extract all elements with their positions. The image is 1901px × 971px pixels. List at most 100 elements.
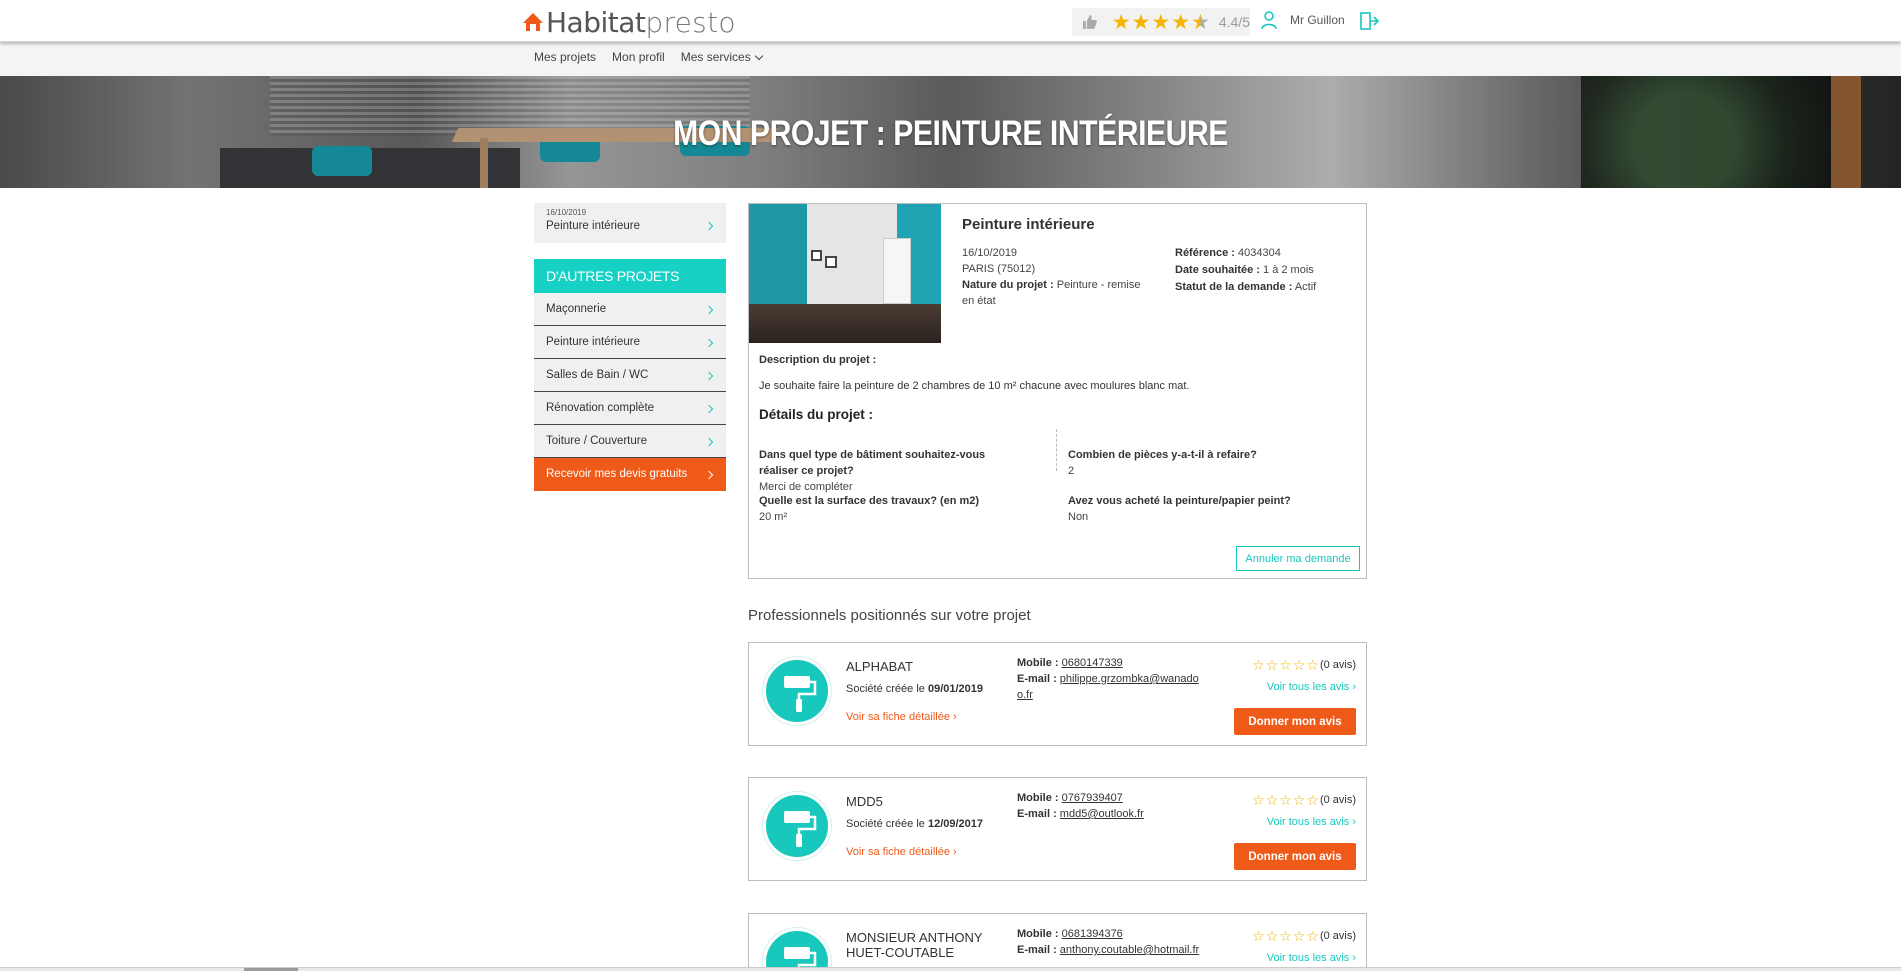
star-icon: ★ xyxy=(1111,10,1131,34)
project-nature-label: Nature du projet : xyxy=(962,279,1054,291)
chevron-right-icon xyxy=(704,437,714,447)
horizontal-scrollbar[interactable] xyxy=(0,967,1901,971)
pro-email-link[interactable]: philippe.grzombka@wanado xyxy=(1060,673,1199,685)
sidebar-item-renovation-complete[interactable]: Rénovation complète xyxy=(534,392,726,425)
pro-rating: ☆ ☆ ☆ ☆ ☆ (0 avis) xyxy=(1252,929,1356,943)
current-project-link[interactable]: 16/10/2019 Peinture intérieure xyxy=(534,203,726,243)
rating-stars: ★ ★ ★ ★ ★ xyxy=(1112,12,1211,33)
pro-email: E-mail : anthony.coutable@hotmail.fr xyxy=(1017,942,1202,958)
logout-icon[interactable] xyxy=(1360,12,1380,30)
logo-text-presto: presto xyxy=(645,5,736,39)
project-date-wished: Date souhaitée : 1 à 2 mois xyxy=(1175,262,1365,279)
detail-question: Avez vous acheté la peinture/papier pein… xyxy=(1068,495,1291,507)
star-outline-icon: ☆ xyxy=(1265,928,1279,944)
pro-mobile: Mobile : 0681394376 xyxy=(1017,926,1202,942)
nav-mes-services[interactable]: Mes services xyxy=(681,50,763,64)
pro-email: E-mail : mdd5@outlook.fr xyxy=(1017,806,1202,822)
nav-mon-profil[interactable]: Mon profil xyxy=(612,50,665,64)
pro-name: MONSIEUR ANTHONY HUET-COUTABLE xyxy=(846,930,983,960)
project-image-wall xyxy=(749,204,807,304)
pro-review-count: (0 avis) xyxy=(1319,794,1356,806)
pro-email-label: E-mail : xyxy=(1017,673,1057,685)
pro-since-value: 12/09/2017 xyxy=(927,818,984,830)
sidebar-item-maconnerie[interactable]: Maçonnerie xyxy=(534,293,726,326)
detail-building-type: Dans quel type de bâtiment souhaitez-vou… xyxy=(759,447,989,495)
project-status-label: Statut de la demande : xyxy=(1175,281,1293,293)
description-text: Je souhaite faire la peinture de 2 chamb… xyxy=(759,380,1190,392)
project-image-frame xyxy=(825,256,837,268)
sidebar-item-toiture[interactable]: Toiture / Couverture xyxy=(534,425,726,458)
pro-mobile-link[interactable]: 0681394376 xyxy=(1062,928,1123,940)
pro-email-link[interactable]: mdd5@outlook.fr xyxy=(1060,808,1144,820)
description-label: Description du projet : xyxy=(759,354,877,366)
details-divider xyxy=(1056,429,1057,471)
get-free-quotes-button[interactable]: Recevoir mes devis gratuits xyxy=(534,458,726,491)
pro-contact: Mobile : 0681394376 E-mail : anthony.cou… xyxy=(1017,926,1202,958)
user-menu[interactable]: Mr Guillon xyxy=(1260,10,1345,30)
star-icon: ★ xyxy=(1131,10,1151,34)
pro-card: MONSIEUR ANTHONY HUET-COUTABLE Mobile : … xyxy=(748,913,1367,971)
chevron-down-icon xyxy=(754,51,763,60)
project-nature: Nature du projet : Peinture - remise en … xyxy=(962,277,1147,309)
chevron-right-icon xyxy=(704,338,714,348)
get-free-quotes-label: Recevoir mes devis gratuits xyxy=(546,468,688,480)
project-title: Peinture intérieure xyxy=(962,216,1095,233)
sidebar-item-label: Salles de Bain / WC xyxy=(546,369,649,381)
project-image-door xyxy=(883,238,911,304)
pro-mobile-link[interactable]: 0680147339 xyxy=(1062,657,1123,669)
detail-question: Quelle est la surface des travaux? (en m… xyxy=(759,495,980,507)
project-status: Statut de la demande : Actif xyxy=(1175,279,1365,296)
pro-name: ALPHABAT xyxy=(846,659,913,674)
project-info-right: Référence : 4034304 Date souhaitée : 1 à… xyxy=(1175,245,1365,296)
project-reference: Référence : 4034304 xyxy=(1175,245,1365,262)
pro-since-value: 09/01/2019 xyxy=(927,683,984,695)
current-project-date: 16/10/2019 xyxy=(546,208,587,217)
project-image xyxy=(749,204,941,343)
pro-detail-link[interactable]: Voir sa fiche détaillée › xyxy=(846,711,957,723)
project-date-wished-value: 1 à 2 mois xyxy=(1263,264,1314,276)
pro-email: E-mail : philippe.grzombka@wanado o.fr xyxy=(1017,671,1202,703)
detail-question: Dans quel type de bâtiment souhaitez-vou… xyxy=(759,449,986,477)
star-outline-icon: ☆ xyxy=(1306,928,1319,944)
detail-question: Combien de pièces y-a-t-il à refaire? xyxy=(1068,449,1257,461)
star-outline-icon: ☆ xyxy=(1292,792,1306,808)
sidebar-item-peinture-interieure[interactable]: Peinture intérieure xyxy=(534,326,726,359)
main-navbar: Mes projets Mon profil Mes services xyxy=(0,42,1901,76)
star-outline-icon: ☆ xyxy=(1279,928,1292,944)
nav-mes-projets[interactable]: Mes projets xyxy=(534,50,596,64)
detail-room-count: Combien de pièces y-a-t-il à refaire? 2 xyxy=(1068,447,1328,479)
pro-all-reviews-link[interactable]: Voir tous les avis › xyxy=(1267,816,1356,828)
pro-creation-date: Société créée le 12/09/2017 xyxy=(846,818,983,830)
detail-paint-bought: Avez vous acheté la peinture/papier pein… xyxy=(1068,493,1328,525)
chevron-right-icon xyxy=(704,404,714,414)
detail-answer: 20 m² xyxy=(759,511,788,523)
cancel-request-button[interactable]: Annuler ma demande xyxy=(1236,546,1360,571)
professionals-heading: Professionnels positionnés sur votre pro… xyxy=(748,607,1031,624)
project-reference-label: Référence : xyxy=(1175,247,1235,259)
project-date: 16/10/2019 xyxy=(962,247,1018,259)
site-rating: ★ ★ ★ ★ ★ 4.4/5 xyxy=(1072,8,1250,36)
project-reference-value: 4034304 xyxy=(1237,247,1281,259)
sidebar-item-salles-de-bain[interactable]: Salles de Bain / WC xyxy=(534,359,726,392)
sidebar-item-label: Peinture intérieure xyxy=(546,336,640,348)
pro-all-reviews-link[interactable]: Voir tous les avis › xyxy=(1267,952,1356,964)
pro-name: MDD5 xyxy=(846,794,883,809)
top-header: Habitat presto ★ ★ ★ ★ ★ 4.4/5 Mr Guillon xyxy=(0,0,1901,42)
house-logo-icon xyxy=(523,13,543,31)
pro-contact: Mobile : 0680147339 E-mail : philippe.gr… xyxy=(1017,655,1202,703)
pro-card: MDD5 Société créée le 12/09/2017 Voir sa… xyxy=(748,777,1367,881)
pro-mobile-link[interactable]: 0767939407 xyxy=(1062,792,1123,804)
pro-email-link[interactable]: anthony.coutable@hotmail.fr xyxy=(1060,944,1199,956)
pro-all-reviews-link[interactable]: Voir tous les avis › xyxy=(1267,681,1356,693)
sidebar-item-label: Rénovation complète xyxy=(546,402,655,414)
star-outline-icon: ☆ xyxy=(1306,792,1319,808)
paint-roller-icon xyxy=(784,676,817,712)
pro-detail-link[interactable]: Voir sa fiche détaillée › xyxy=(846,846,957,858)
star-outline-icon: ☆ xyxy=(1292,657,1306,673)
give-review-button[interactable]: Donner mon avis xyxy=(1234,843,1356,870)
star-outline-icon: ☆ xyxy=(1252,792,1265,808)
pro-since-label: Société créée le xyxy=(846,818,925,830)
give-review-button[interactable]: Donner mon avis xyxy=(1234,708,1356,735)
pro-email-link-cont[interactable]: o.fr xyxy=(1017,689,1033,701)
habitatpresto-logo[interactable]: Habitat presto xyxy=(522,6,736,39)
